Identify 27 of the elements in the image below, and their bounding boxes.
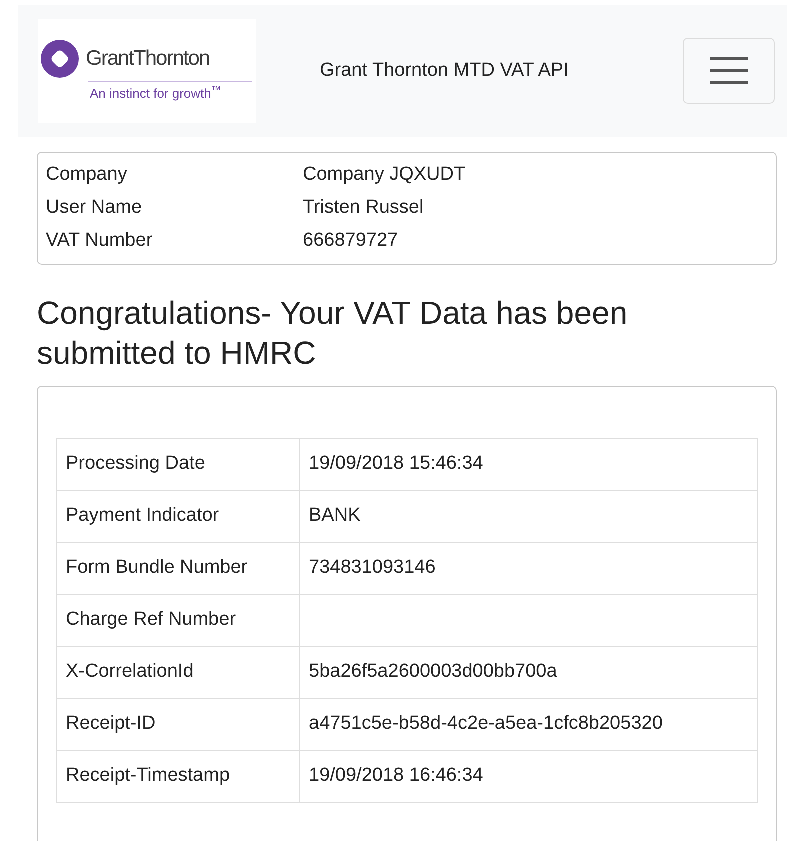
menu-icon [709,56,749,86]
menu-button[interactable] [683,38,775,104]
logo-icon [40,38,80,79]
account-label: User Name [46,196,144,220]
table-cell: 5ba26f5a2600003d00bb700a [300,646,758,698]
account-value: 666879727 [303,229,398,254]
table-cell: Receipt-Timestamp [56,750,300,802]
table-cell: 19/09/2018 16:46:34 [300,750,758,802]
account-label: VAT Number [46,229,154,254]
table-cell: BANK [300,490,758,542]
account-value: Company JQXUDT [303,163,466,188]
table-cell: Charge Ref Number [56,594,300,646]
table-cell: 19/09/2018 15:46:34 [300,438,758,490]
account-label: Company [46,163,128,188]
table-cell: Receipt-ID [56,698,300,750]
logo-name: GrantThornton [86,46,210,72]
table-cell: Form Bundle Number [56,542,300,594]
table-cell: Payment Indicator [56,490,300,542]
app-title: Grant Thornton MTD VAT API [320,58,569,83]
account-value: Tristen Russel [303,196,424,220]
table-cell: 734831093146 [300,542,758,594]
success-heading: Congratulations- Your VAT Data has been submitted to HMRC [37,294,629,373]
table-cell: Processing Date [56,438,300,490]
table-cell: a4751c5e-b58d-4c2e-a5ea-1cfc8b205320 [300,698,758,750]
logo-tagline: An instinct for growth$^{™}$ [90,84,222,103]
logo[interactable]: GrantThornton An instinct for growth$^{™}$ [38,19,256,123]
table-cell: X-CorrelationId [56,646,300,698]
